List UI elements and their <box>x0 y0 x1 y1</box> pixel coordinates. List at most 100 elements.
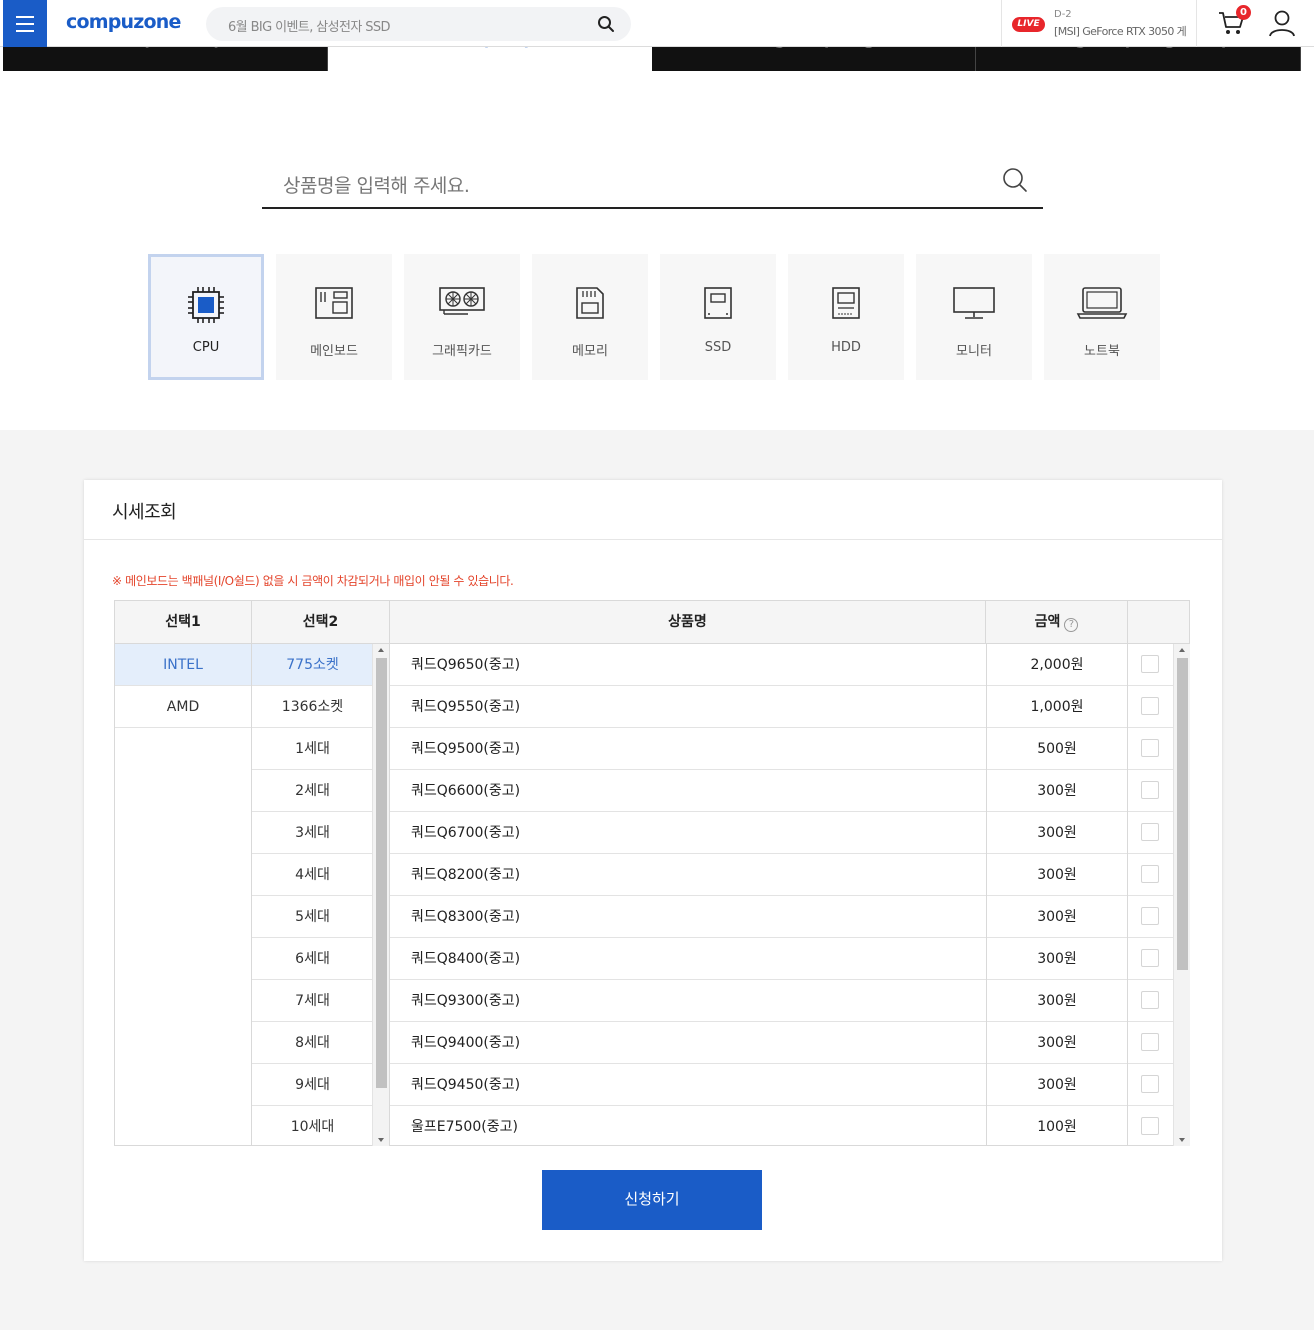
category-ssd[interactable]: SSD <box>660 254 776 380</box>
select2-item[interactable]: 10세대 <box>252 1106 373 1146</box>
category-hdd[interactable]: HDD <box>788 254 904 380</box>
top-header: compuzone 6월 BIG 이벤트, 삼성전자 SSD LIVE D-2 … <box>0 0 1314 47</box>
select1-item-intel[interactable]: INTEL <box>115 644 251 686</box>
category-mainboard[interactable]: 메인보드 <box>276 254 392 380</box>
category-memory[interactable]: 메모리 <box>532 254 648 380</box>
scroll-down-icon[interactable] <box>378 1138 384 1142</box>
scrollbar-thumb[interactable] <box>1177 658 1188 970</box>
select2-item[interactable]: 1366소켓 <box>252 686 373 728</box>
select2-item[interactable]: 9세대 <box>252 1064 373 1106</box>
graphics-card-icon <box>404 286 520 316</box>
product-price: 1,000원 <box>986 686 1128 728</box>
help-icon[interactable]: ? <box>1064 618 1079 632</box>
select2-item[interactable]: 2세대 <box>252 770 373 812</box>
select1-list: INTEL AMD <box>115 644 252 1146</box>
product-checkbox[interactable] <box>1141 823 1159 841</box>
select2-item[interactable]: 775소켓 <box>252 644 373 686</box>
product-price: 300원 <box>986 770 1128 812</box>
category-cpu[interactable]: CPU <box>148 254 264 380</box>
live-badge: LIVE <box>1012 17 1045 32</box>
hdd-icon <box>788 286 904 320</box>
scroll-down-icon[interactable] <box>1179 1138 1185 1142</box>
cart-count-badge: 0 <box>1236 5 1251 20</box>
select2-item[interactable]: 4세대 <box>252 854 373 896</box>
live-banner[interactable]: LIVE D-2 [MSI] GeForce RTX 3050 게 <box>1001 0 1197 47</box>
product-checkbox[interactable] <box>1141 1075 1159 1093</box>
select2-scrollbar[interactable] <box>372 644 389 1146</box>
product-checkbox[interactable] <box>1141 739 1159 757</box>
header-select2: 선택2 <box>252 601 390 644</box>
select2-item[interactable]: 3세대 <box>252 812 373 854</box>
category-graphics-card[interactable]: 그래픽카드 <box>404 254 520 380</box>
product-search-placeholder: 상품명을 입력해 주세요. <box>283 175 470 197</box>
product-checkbox[interactable] <box>1141 865 1159 883</box>
product-price: 100원 <box>986 1106 1128 1146</box>
select2-item[interactable]: 8세대 <box>252 1022 373 1064</box>
top-search-input[interactable]: 6월 BIG 이벤트, 삼성전자 SSD <box>206 7 631 41</box>
product-price: 300원 <box>986 980 1128 1022</box>
product-checkbox[interactable] <box>1141 781 1159 799</box>
memory-icon <box>532 286 648 320</box>
table-row: 쿼드Q9300(중고) 300원 <box>390 980 1173 1022</box>
logo[interactable]: compuzone <box>66 11 181 33</box>
select2-item[interactable]: 6세대 <box>252 938 373 980</box>
table-row: 쿼드Q9450(중고) 300원 <box>390 1064 1173 1106</box>
product-checkbox[interactable] <box>1141 907 1159 925</box>
product-checkbox[interactable] <box>1141 655 1159 673</box>
product-name: 쿼드Q9300(중고) <box>411 993 521 1009</box>
product-checkbox[interactable] <box>1141 1033 1159 1051</box>
user-icon[interactable] <box>1267 9 1297 41</box>
product-price: 300원 <box>986 1064 1128 1106</box>
product-price: 300원 <box>986 812 1128 854</box>
product-price: 500원 <box>986 728 1128 770</box>
category-label: 메모리 <box>572 344 608 359</box>
product-scrollbar[interactable] <box>1173 644 1190 1146</box>
table-row: 쿼드Q8200(중고) 300원 <box>390 854 1173 896</box>
product-checkbox[interactable] <box>1141 697 1159 715</box>
product-name: 쿼드Q9650(중고) <box>411 657 521 673</box>
select2-item[interactable]: 1세대 <box>252 728 373 770</box>
product-price: 2,000원 <box>986 644 1128 686</box>
table-header: 선택1 선택2 상품명 금액? <box>115 601 1189 644</box>
select2-item[interactable]: 5세대 <box>252 896 373 938</box>
product-name: 쿼드Q9500(중고) <box>411 741 521 757</box>
product-name: 쿼드Q9400(중고) <box>411 1035 521 1051</box>
select1-item-amd[interactable]: AMD <box>115 686 251 728</box>
category-monitor[interactable]: 모니터 <box>916 254 1032 380</box>
table-row: 쿼드Q8400(중고) 300원 <box>390 938 1173 980</box>
header-select1: 선택1 <box>115 601 252 644</box>
category-label: CPU <box>192 340 220 355</box>
scrollbar-thumb[interactable] <box>376 658 387 1088</box>
header-check <box>1128 601 1189 644</box>
apply-button[interactable]: 신청하기 <box>542 1170 762 1230</box>
scroll-up-icon[interactable] <box>378 648 384 652</box>
price-lookup-panel: 시세조회 ※ 메인보드는 백패널(I/O쉴드) 없을 시 금액이 차감되거나 매… <box>84 480 1222 1261</box>
divider <box>84 539 1222 540</box>
product-checkbox[interactable] <box>1141 1117 1159 1135</box>
laptop-icon <box>1044 286 1160 320</box>
search-icon[interactable] <box>597 15 615 37</box>
panel-title: 시세조회 <box>112 502 177 523</box>
ssd-icon <box>660 286 776 320</box>
price-table: 선택1 선택2 상품명 금액? INTEL AMD 775소켓 1366소켓 1… <box>114 600 1190 1146</box>
product-search-input[interactable]: 상품명을 입력해 주세요. <box>262 157 1043 209</box>
cpu-icon <box>151 286 261 324</box>
table-row: 쿼드Q6700(중고) 300원 <box>390 812 1173 854</box>
select2-item[interactable]: 7세대 <box>252 980 373 1022</box>
product-checkbox[interactable] <box>1141 991 1159 1009</box>
top-search-placeholder: 6월 BIG 이벤트, 삼성전자 SSD <box>228 20 391 35</box>
header-price: 금액? <box>986 601 1128 644</box>
category-label: 메인보드 <box>310 344 358 359</box>
category-laptop[interactable]: 노트북 <box>1044 254 1160 380</box>
table-row: 쿼드Q9550(중고) 1,000원 <box>390 686 1173 728</box>
monitor-icon <box>916 286 1032 320</box>
product-name: 쿼드Q9450(중고) <box>411 1077 521 1093</box>
product-price: 300원 <box>986 896 1128 938</box>
category-label: 모니터 <box>956 344 992 359</box>
scroll-up-icon[interactable] <box>1179 648 1185 652</box>
search-icon[interactable] <box>1001 166 1029 198</box>
product-checkbox[interactable] <box>1141 949 1159 967</box>
product-price: 300원 <box>986 854 1128 896</box>
menu-icon <box>16 15 34 18</box>
menu-button[interactable] <box>3 0 47 47</box>
